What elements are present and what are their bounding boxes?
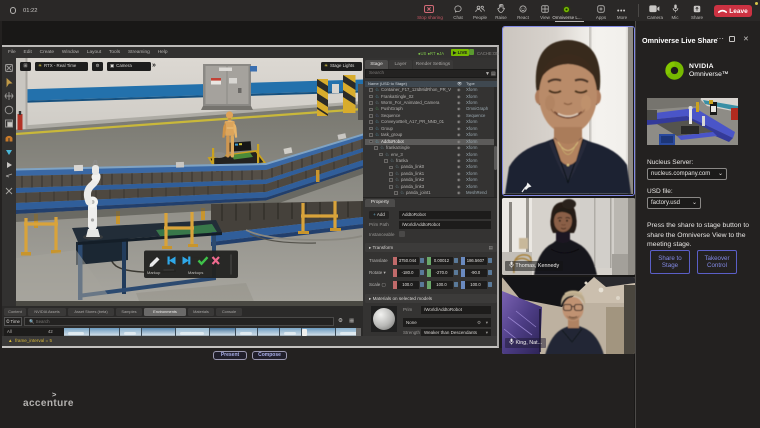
- svg-text:Markups: Markups: [188, 270, 203, 275]
- svg-text:Markup: Markup: [147, 270, 161, 275]
